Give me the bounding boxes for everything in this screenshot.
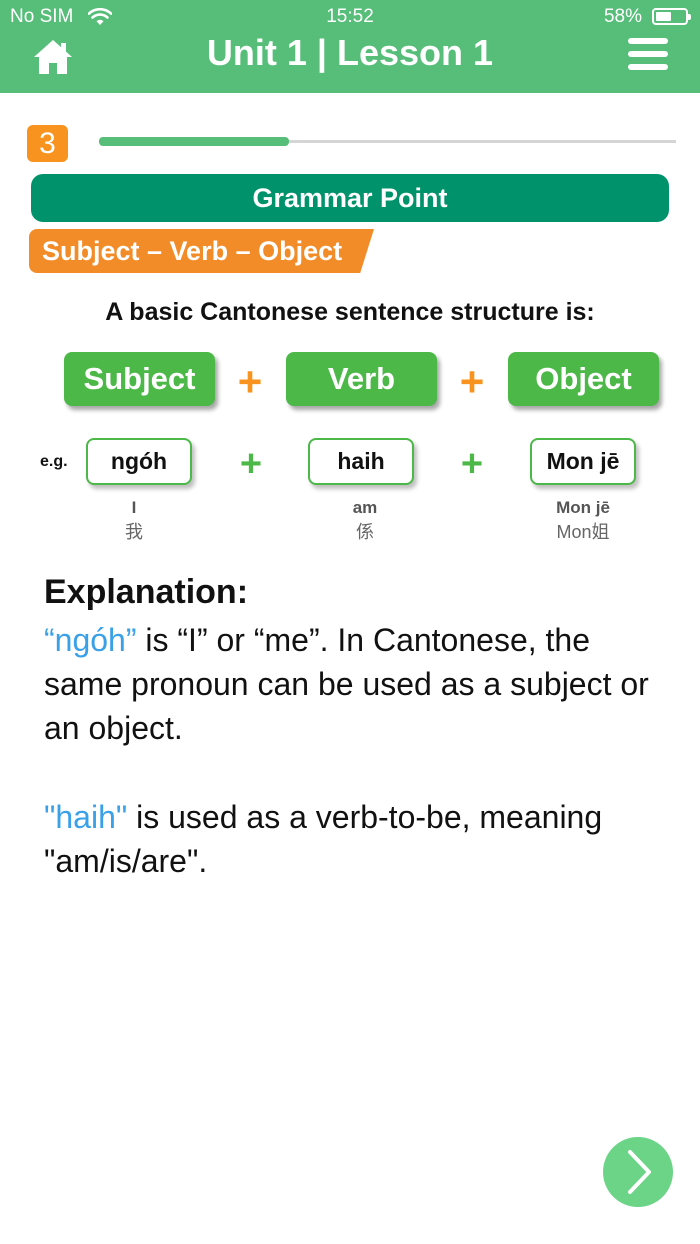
gloss-chinese: 係 <box>356 522 374 542</box>
plus-icon: + <box>239 443 263 485</box>
subject-pill: Subject <box>64 352 215 406</box>
gloss-verb: am 係 <box>295 498 435 544</box>
status-time: 15:52 <box>326 6 374 27</box>
highlight-term: "haih" <box>44 799 128 835</box>
plus-icon: + <box>460 443 484 485</box>
gloss-english: am <box>352 498 378 517</box>
grammar-point-banner: Grammar Point <box>31 174 669 222</box>
object-pill: Object <box>508 352 659 406</box>
plus-icon: + <box>459 358 485 405</box>
chevron-right-icon <box>628 1150 651 1194</box>
structure-intro: A basic Cantonese sentence structure is: <box>105 298 595 326</box>
next-button[interactable] <box>603 1137 673 1207</box>
highlight-term: “ngóh” <box>44 622 137 658</box>
explanation-paragraph-1: “ngóh” is “I” or “me”. In Cantonese, the… <box>44 618 664 750</box>
gloss-object: Mon jē Mon姐 <box>513 498 653 544</box>
example-word-subject[interactable]: ngóh <box>86 438 192 485</box>
gloss-english: I <box>131 498 137 517</box>
gloss-chinese: 我 <box>125 522 143 542</box>
explanation-paragraph-2: "haih" is used as a verb-to-be, meaning … <box>44 795 664 883</box>
example-word-verb[interactable]: haih <box>308 438 414 485</box>
plus-icon: + <box>237 358 263 405</box>
battery-percent: 58% <box>603 6 642 27</box>
lesson-title: Unit 1 | Lesson 1 <box>206 32 494 73</box>
step-number-badge: 3 <box>27 125 68 162</box>
progress-fill <box>99 137 290 146</box>
explanation-title: Explanation: <box>44 573 249 611</box>
verb-pill: Verb <box>286 352 437 406</box>
topic-tag: Subject – Verb – Object <box>29 229 374 273</box>
app-header: No SIM 15:52 58% Unit 1 | Lesson 1 <box>0 0 700 93</box>
lesson-progress-bar <box>99 137 676 146</box>
gloss-chinese: Mon姐 <box>556 522 610 542</box>
example-label: e.g. <box>40 453 68 470</box>
gloss-subject: I 我 <box>64 498 204 544</box>
menu-icon[interactable] <box>628 38 668 72</box>
battery-icon <box>652 8 691 25</box>
gloss-english: Mon jē <box>556 498 610 517</box>
example-word-object[interactable]: Mon jē <box>530 438 636 485</box>
explanation-text: is used as a verb-to-be, meaning "am/is/… <box>44 799 603 879</box>
